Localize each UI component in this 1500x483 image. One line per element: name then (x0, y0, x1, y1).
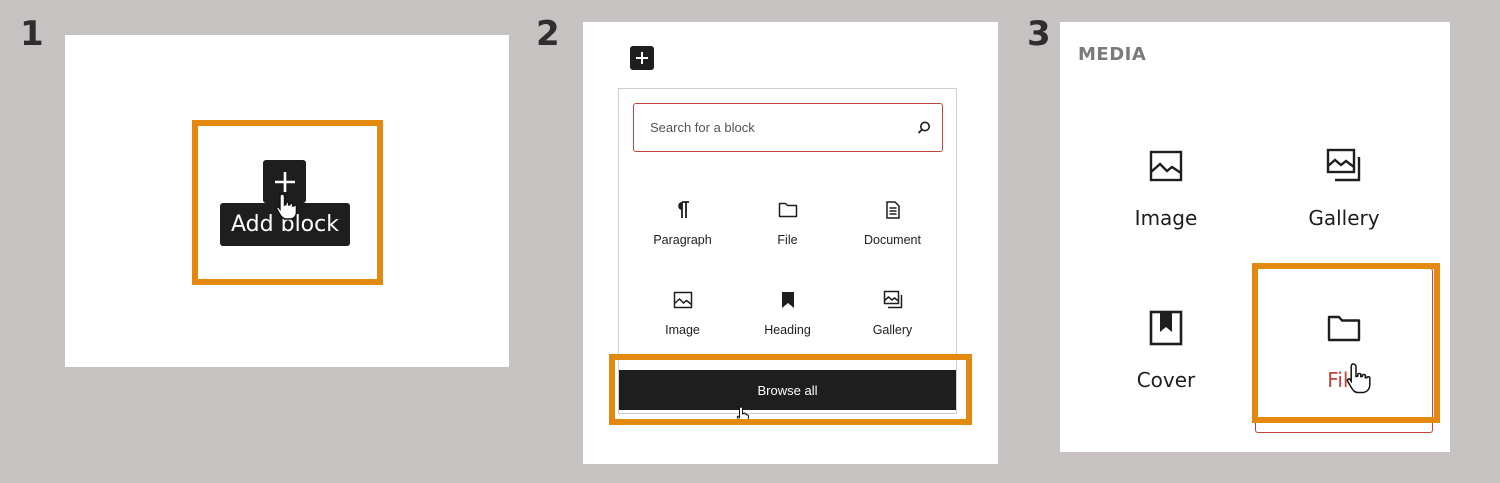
block-label-gallery: Gallery (872, 323, 913, 337)
step1-highlight (192, 120, 383, 285)
block-item-paragraph[interactable]: Paragraph (630, 197, 735, 247)
block-item-document[interactable]: Document (840, 197, 945, 247)
block-label-document: Document (864, 233, 921, 247)
step2-highlight (609, 354, 972, 425)
document-icon (885, 201, 900, 219)
image-icon (673, 291, 692, 309)
media-label-gallery: Gallery (1308, 206, 1380, 230)
block-label-heading: Heading (764, 323, 811, 337)
block-label-paragraph: Paragraph (653, 233, 712, 247)
paragraph-icon (677, 201, 689, 218)
block-item-heading[interactable]: Heading (735, 287, 840, 337)
step-number-1: 1 (20, 14, 44, 54)
step-number-2: 2 (536, 14, 560, 54)
cover-icon (1149, 310, 1183, 346)
block-item-file[interactable]: File (735, 197, 840, 247)
block-item-gallery[interactable]: Gallery (840, 287, 945, 337)
search-placeholder: Search for a block (650, 120, 755, 135)
folder-icon (778, 202, 797, 218)
media-label-cover: Cover (1136, 368, 1196, 392)
search-icon (917, 121, 930, 134)
bookmark-icon (781, 292, 794, 308)
gallery-icon (1326, 148, 1361, 182)
block-label-file: File (777, 233, 798, 247)
gallery-icon (883, 290, 902, 309)
plus-icon (636, 52, 648, 64)
media-item-gallery[interactable]: Gallery (1254, 146, 1434, 230)
step3-highlight (1252, 263, 1440, 423)
media-item-cover[interactable]: Cover (1076, 308, 1256, 392)
media-item-image[interactable]: Image (1076, 146, 1256, 230)
media-label-image: Image (1134, 206, 1198, 230)
image-icon (1149, 150, 1183, 182)
inserter-toggle-button[interactable] (630, 46, 654, 70)
block-item-image[interactable]: Image (630, 287, 735, 337)
step-number-3: 3 (1027, 14, 1051, 54)
block-label-image: Image (665, 323, 700, 337)
media-category-title: MEDIA (1078, 44, 1147, 65)
block-search-input[interactable]: Search for a block (633, 103, 943, 152)
